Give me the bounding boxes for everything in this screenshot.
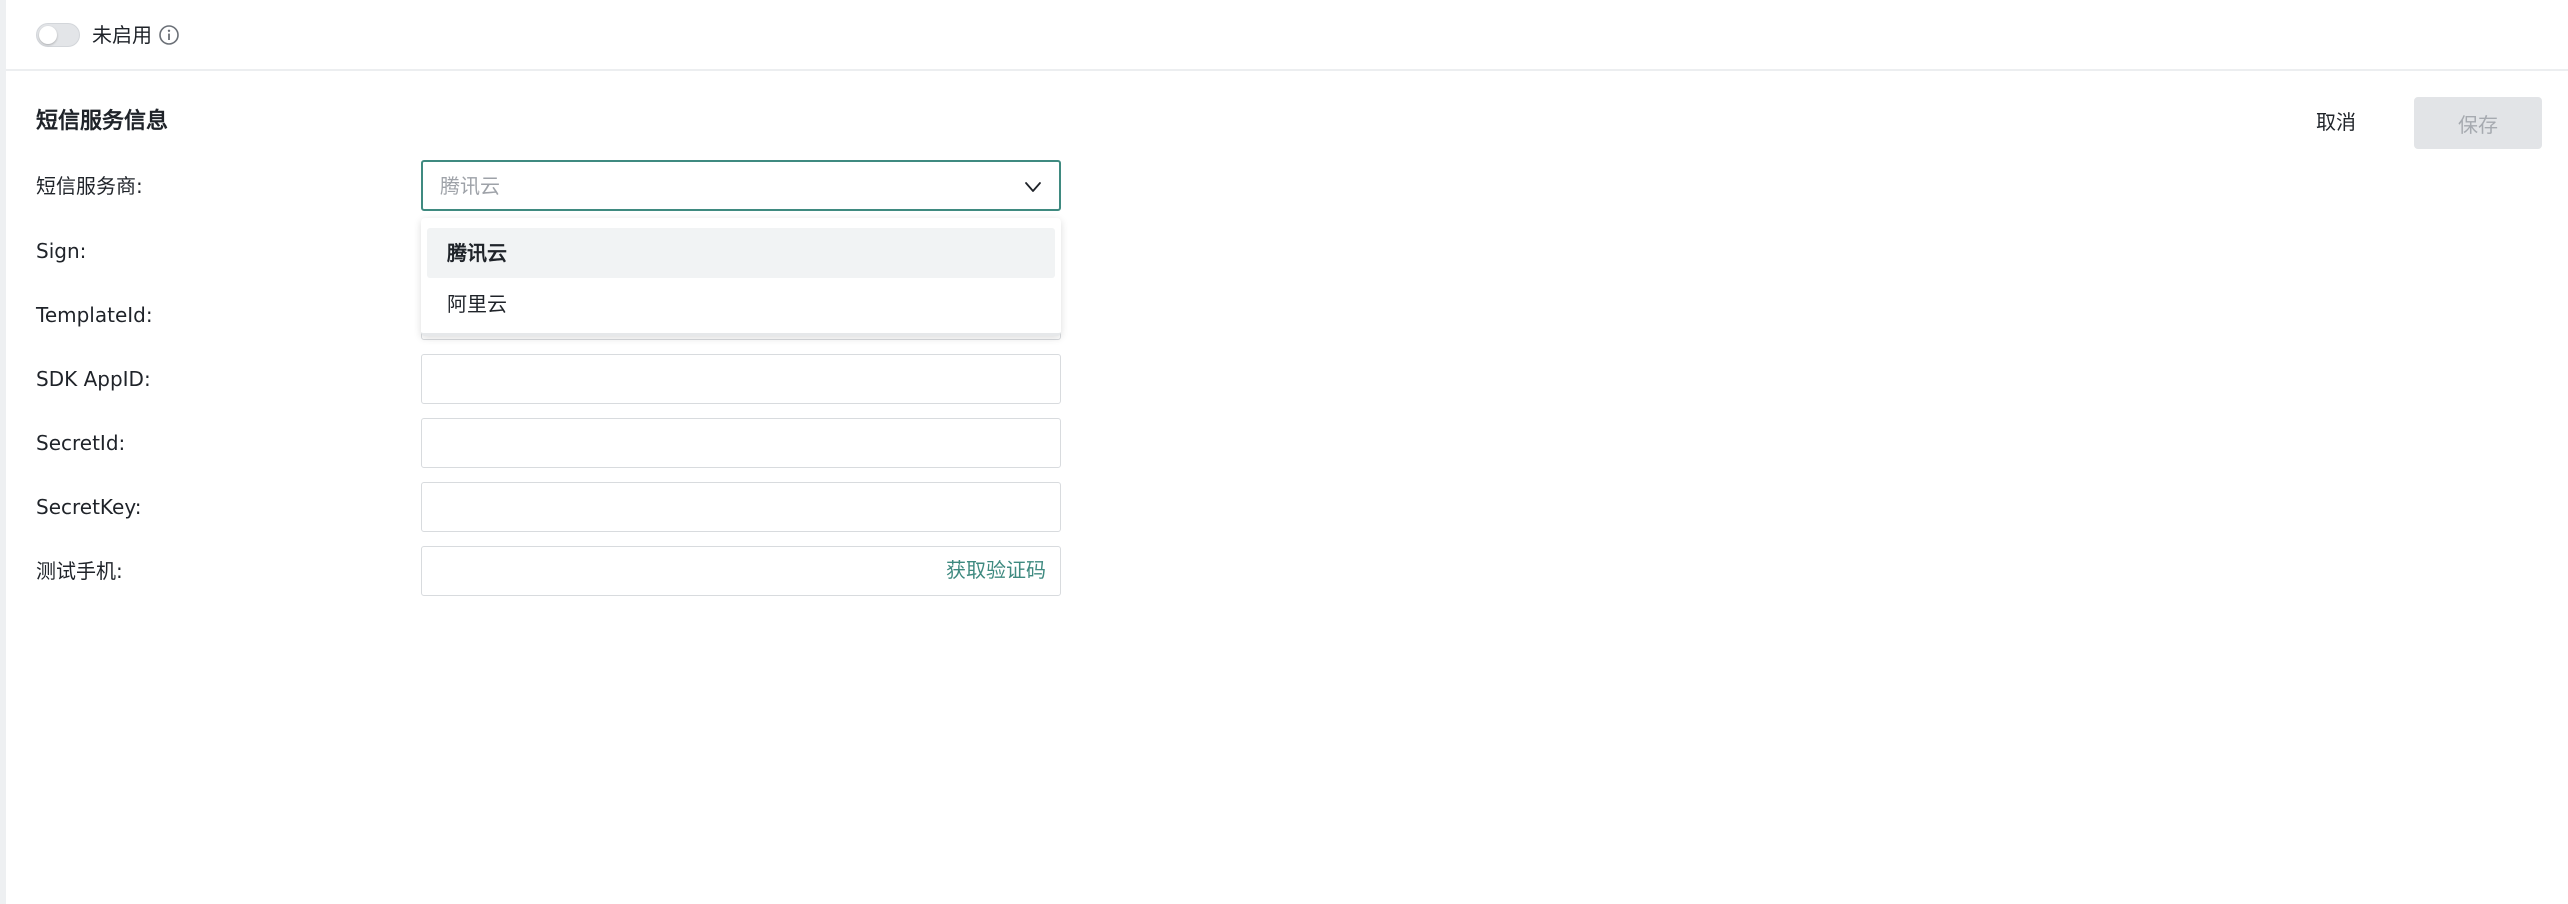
section-title: 短信服务信息 (36, 109, 169, 134)
enable-toggle[interactable] (36, 23, 80, 47)
save-button[interactable]: 保存 (2414, 97, 2542, 149)
info-icon[interactable] (158, 24, 180, 46)
toggle-status-label: 未启用 (92, 23, 152, 47)
provider-select-value: 腾讯云 (440, 174, 500, 198)
secret-key-input[interactable] (421, 482, 1061, 532)
sms-settings-page: 未启用 短信服务信息 取消 保存 短信服务商: 腾讯云 腾讯云 阿里云 Sign… (0, 0, 2568, 904)
secret-id-input[interactable] (421, 418, 1061, 468)
provider-label: 短信服务商: (36, 174, 143, 198)
chevron-down-icon (1025, 182, 1041, 192)
provider-select[interactable]: 腾讯云 (421, 160, 1061, 211)
provider-dropdown: 腾讯云 阿里云 (421, 218, 1061, 336)
get-verification-code-link[interactable]: 获取验证码 (946, 555, 1046, 585)
sdk-appid-label: SDK AppID: (36, 367, 151, 391)
secret-id-label: SecretId: (36, 431, 126, 455)
template-id-label: TemplateId: (36, 303, 153, 327)
secret-key-label: SecretKey: (36, 495, 142, 519)
sdk-appid-input[interactable] (421, 354, 1061, 404)
dropdown-option-tencent[interactable]: 腾讯云 (427, 228, 1055, 278)
cancel-button[interactable]: 取消 (2316, 106, 2356, 138)
test-phone-label: 测试手机: (36, 559, 123, 583)
toggle-knob (39, 26, 57, 44)
sign-label: Sign: (36, 239, 87, 263)
dropdown-option-aliyun[interactable]: 阿里云 (427, 279, 1055, 329)
status-bar: 未启用 (6, 0, 2568, 71)
